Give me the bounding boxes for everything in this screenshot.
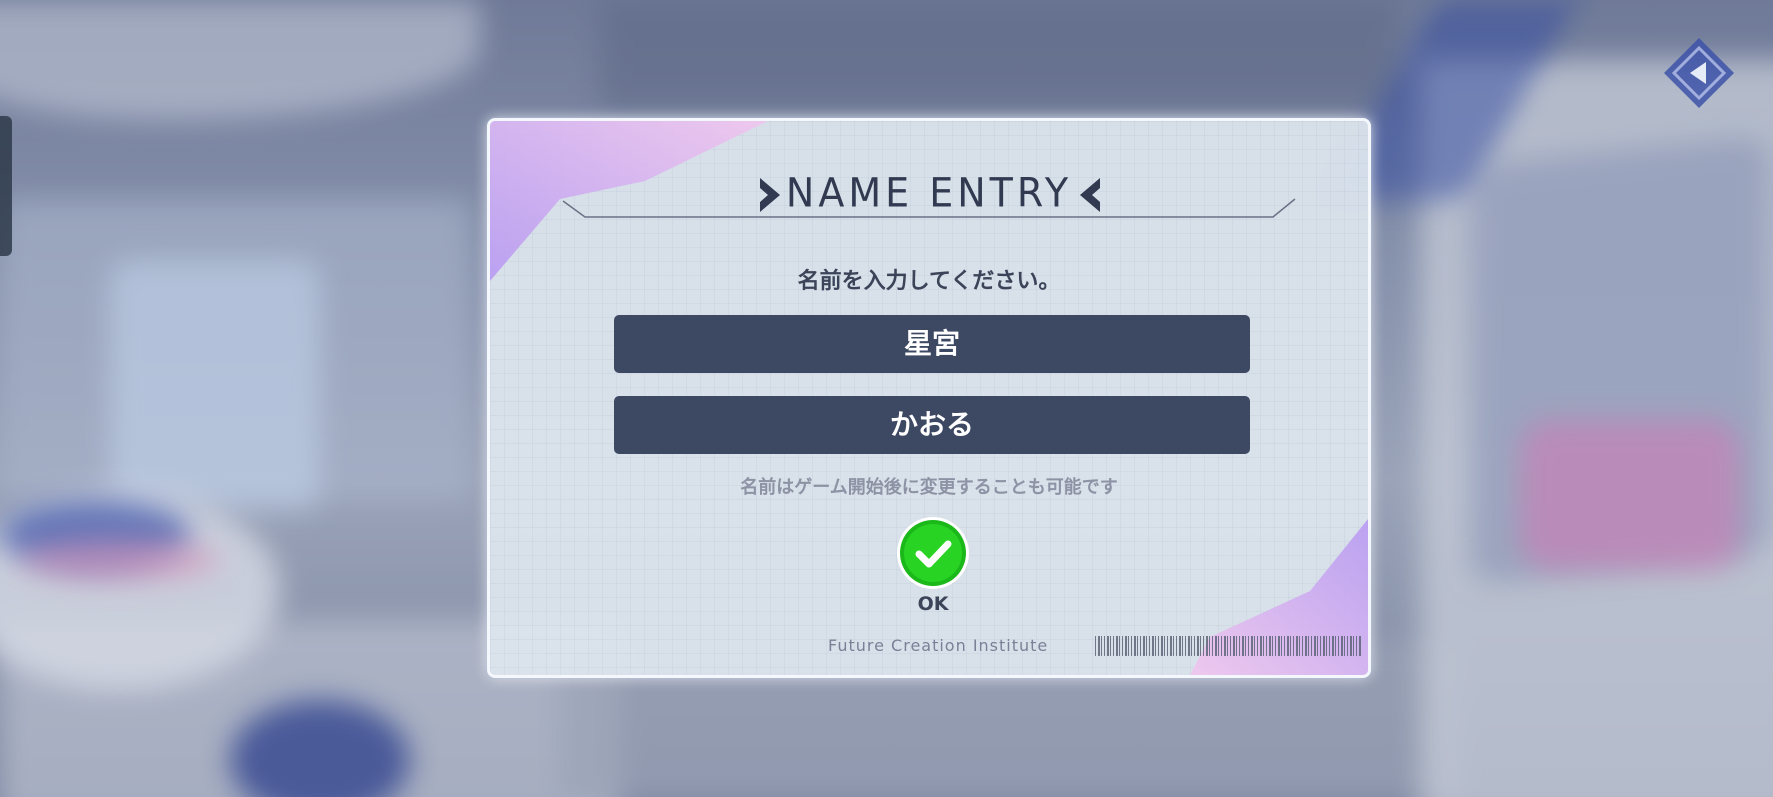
checkmark-icon	[897, 517, 969, 589]
given-name-field[interactable]: かおる	[614, 396, 1250, 454]
name-entry-dialog: NAME ENTRY 名前を入力してください。 星宮 かおる 名前はゲーム開始後…	[487, 118, 1371, 678]
change-name-note: 名前はゲーム開始後に変更することも可能です	[740, 477, 1118, 498]
name-prompt: 名前を入力してください。	[797, 269, 1061, 294]
footer-text: Future Creation Institute	[828, 636, 1049, 655]
barcode-decoration	[1095, 636, 1361, 656]
surname-field[interactable]: 星宮	[614, 315, 1250, 373]
dialog-title: NAME ENTRY	[785, 169, 1073, 217]
ok-label: OK	[917, 593, 949, 615]
back-arrow-icon	[1664, 38, 1734, 108]
ok-button[interactable]: OK	[895, 515, 971, 615]
back-button[interactable]	[1660, 34, 1738, 112]
side-menu-tab[interactable]	[0, 116, 12, 256]
title-right-arrow-icon	[1080, 178, 1100, 212]
